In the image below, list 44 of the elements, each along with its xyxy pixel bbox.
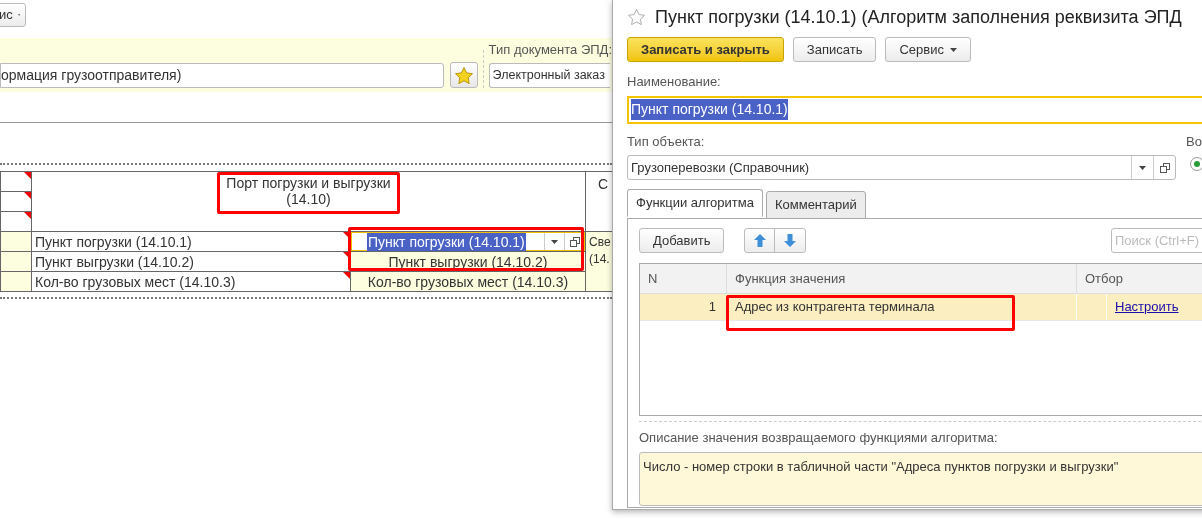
toolbar-button[interactable]: Записать и закрыть [627, 37, 784, 62]
field-label: Описание значения возвращаемого функциями алгоритма: [639, 429, 999, 447]
column-header: Отбор [1085, 269, 1123, 288]
field-label: Во [1186, 132, 1202, 151]
caret-icon [551, 239, 558, 244]
table-row[interactable]: 1 Адрес из контрагента терминала Настроить [640, 294, 1202, 321]
column-header: Функция значения [735, 269, 846, 288]
table-cell: Адрес из контрагента терминала [727, 294, 1077, 320]
table-cell: 1 [640, 294, 727, 320]
column-header: N [648, 269, 658, 288]
add-button[interactable]: Добавить [639, 228, 725, 253]
caret-icon [1139, 165, 1146, 170]
menu-button[interactable]: ис [0, 3, 26, 27]
field-label: Тип документа ЭПД: [488, 40, 612, 59]
window-title: Пункт погрузки (14.10.1) (Алгоритм заполнения реквизита ЭПД [655, 5, 1182, 29]
input-field[interactable]: Грузоперевозки (Справочник) [627, 155, 1176, 180]
field-label: Тип объекта: [627, 132, 706, 151]
table-cell-text: Пункт выгрузки (14.10.2) [387, 252, 549, 271]
star-icon[interactable] [628, 9, 645, 25]
toolbar-button[interactable]: Записать [792, 37, 877, 62]
description-field[interactable]: Число - номер строки в табличной части "Адреса пунктов погрузки и выгрузки" [639, 451, 1202, 506]
favorite-button[interactable] [449, 62, 478, 88]
table-cell: Све (14. [589, 234, 611, 268]
radio-button[interactable] [1190, 157, 1202, 171]
tab[interactable]: Комментарий [765, 191, 866, 219]
input-field[interactable]: Пункт погрузки (14.10.1) [351, 232, 585, 251]
header-cell-text: С [598, 175, 609, 194]
tab[interactable]: Функции алгоритма [627, 189, 763, 217]
caret-icon [17, 13, 20, 17]
input-field[interactable]: ормация грузоотправителя) [0, 63, 444, 88]
field-label: Наименование: [627, 73, 722, 91]
open-window-icon [569, 236, 580, 247]
open-window-icon [1159, 162, 1170, 173]
arrow-up-icon [753, 234, 766, 247]
search-field[interactable]: Поиск (Ctrl+F) [1111, 228, 1202, 253]
caret-icon [949, 47, 957, 52]
name-field[interactable]: Пункт погрузки (14.10.1) [627, 95, 1202, 124]
toolbar-button[interactable]: Сервис [885, 37, 971, 62]
table-cell-text: Кол-во грузовых мест (14.10.3) [366, 272, 570, 291]
arrow-down-icon [784, 234, 797, 247]
input-field[interactable]: Электронный заказ [488, 63, 610, 88]
configure-link[interactable]: Настроить [1115, 294, 1179, 320]
header-cell: Порт погрузки и выгрузки (14.10) [226, 175, 391, 207]
star-icon [454, 66, 473, 84]
